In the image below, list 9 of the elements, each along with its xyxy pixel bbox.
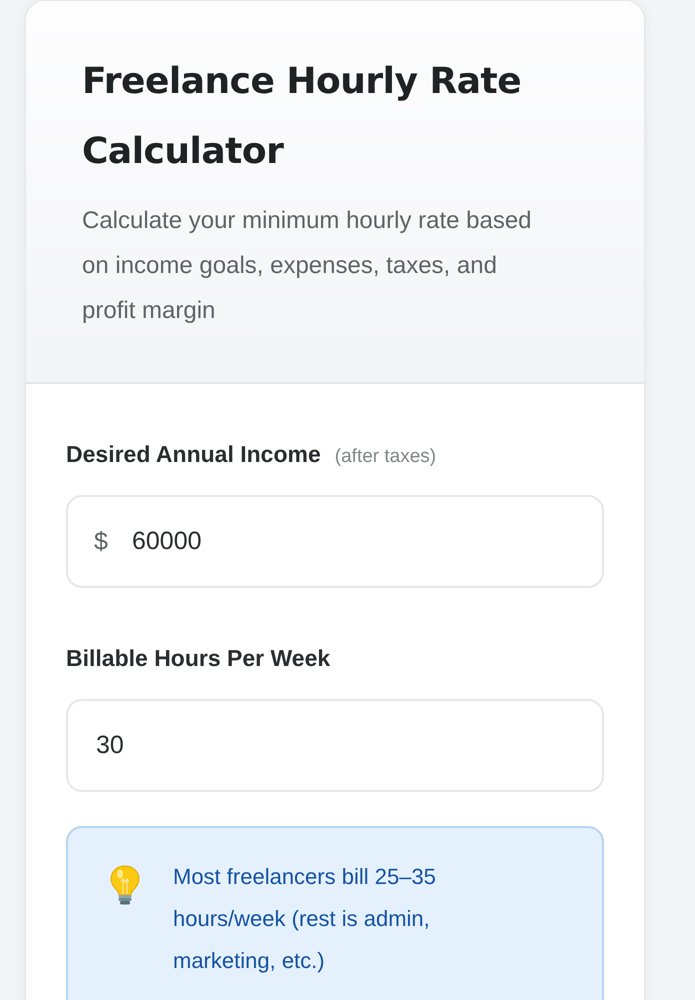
currency-symbol: $ [94,527,108,556]
field-label: Desired Annual Income [66,440,321,469]
field-hint: (after taxes) [334,446,436,468]
page-title: Freelance Hourly Rate Calculator [82,60,522,174]
lightbulb-icon [109,865,141,905]
field-label: Billable Hours Per Week [66,644,330,673]
tip-text: Most freelancers bill 25–35 hours/week (rest is admin, marketing, etc.) [173,863,437,975]
number-input[interactable]: 30 [66,699,604,792]
page-subtitle: Calculate your minimum hourly rate based on income goals, expenses, taxes, and profit margin [82,206,533,326]
